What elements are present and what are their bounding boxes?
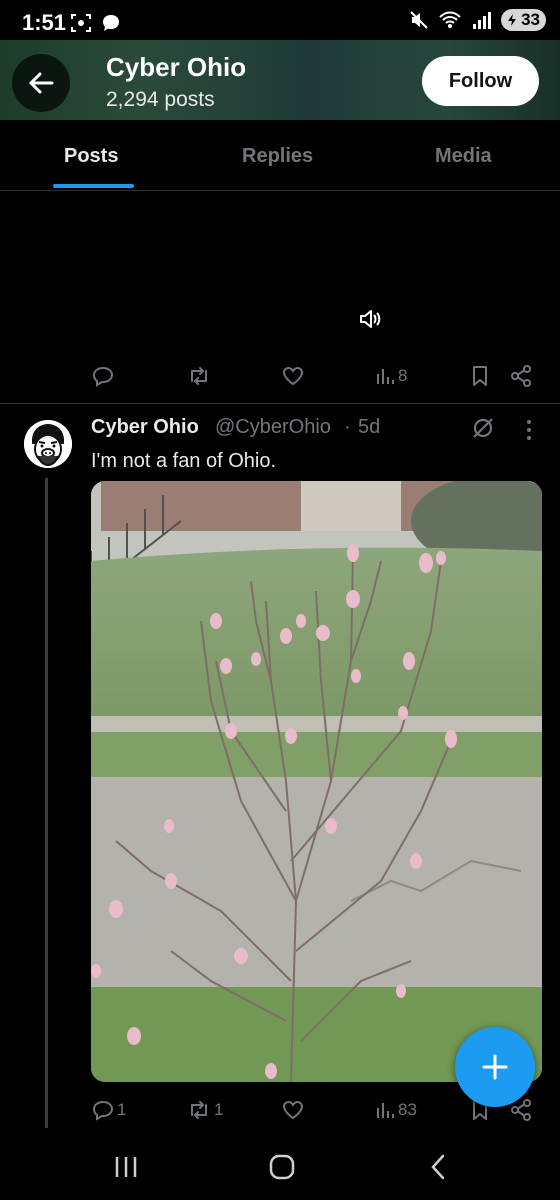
heart-icon: [282, 366, 304, 386]
thread-line: [45, 478, 48, 1128]
mute-icon: [409, 10, 429, 30]
tweet-text: I'm not a fan of Ohio.: [91, 450, 277, 472]
avatar[interactable]: [24, 420, 72, 468]
screenshot-icon: [70, 12, 92, 34]
tab-posts[interactable]: Posts: [64, 145, 118, 168]
like-button[interactable]: [282, 365, 307, 387]
repost-icon: [191, 367, 207, 385]
tweet-timestamp[interactable]: 5d: [358, 416, 380, 439]
tweet-photo-magnolia-in-snow[interactable]: [91, 481, 542, 1082]
repost-count: 1: [214, 1100, 224, 1119]
share-button[interactable]: [510, 365, 532, 387]
views-count: 8: [398, 366, 408, 385]
views-chart-icon: [377, 369, 394, 384]
views-count: 83: [398, 1100, 417, 1119]
reply-icon: [92, 366, 114, 387]
tab-media[interactable]: Media: [435, 145, 492, 168]
status-notification-icons: [70, 12, 122, 34]
battery-indicator: 33: [501, 9, 546, 31]
tweet-separator: ·: [344, 416, 351, 438]
bookmark-button[interactable]: [470, 365, 490, 387]
tweet-author-handle[interactable]: @CyberOhio: [215, 416, 331, 439]
repost-button[interactable]: 1: [187, 1099, 223, 1121]
tweet-author-name[interactable]: Cyber Ohio: [91, 416, 199, 439]
bookmark-icon: [473, 366, 487, 386]
more-options-icon[interactable]: [522, 418, 536, 442]
divider: [0, 403, 560, 404]
follow-button[interactable]: Follow: [422, 56, 539, 106]
views-button[interactable]: 8: [375, 365, 407, 387]
reply-button[interactable]: [92, 365, 117, 387]
views-button[interactable]: 83: [375, 1099, 417, 1121]
status-right-icons: 33: [409, 9, 546, 31]
recent-apps-icon: [115, 1157, 137, 1177]
cell-signal-icon: [471, 10, 492, 30]
battery-level: 33: [521, 10, 540, 29]
profile-name: Cyber Ohio: [106, 52, 247, 82]
plus-icon: [482, 1054, 508, 1080]
back-button[interactable]: [12, 54, 70, 112]
post-count: 2,294 posts: [106, 88, 215, 111]
wifi-icon: [439, 10, 461, 30]
cartoon-face-avatar-icon: [24, 420, 72, 468]
arrow-left-icon: [28, 72, 54, 94]
volume-icon[interactable]: [358, 308, 382, 330]
views-chart-icon: [377, 1103, 394, 1118]
grok-icon[interactable]: [470, 415, 496, 441]
chevron-left-icon: [431, 1154, 445, 1180]
reply-count: 1: [117, 1100, 127, 1119]
home-icon: [269, 1154, 295, 1180]
home-button[interactable]: [268, 1153, 296, 1181]
video-player[interactable]: [0, 191, 560, 341]
like-button[interactable]: [282, 1099, 307, 1121]
tab-replies[interactable]: Replies: [242, 145, 313, 168]
repost-button[interactable]: [187, 365, 214, 387]
reply-button[interactable]: 1: [92, 1099, 126, 1121]
status-time: 1:51: [22, 10, 67, 35]
battery-saver-icon: [508, 14, 517, 26]
repost-icon: [191, 1101, 207, 1119]
share-icon: [511, 365, 531, 387]
compose-button[interactable]: [455, 1027, 535, 1107]
active-tab-indicator: [53, 184, 134, 188]
back-nav-button[interactable]: [428, 1153, 448, 1181]
reply-icon: [92, 1100, 114, 1121]
heart-icon: [282, 1100, 304, 1120]
magnolia-tree-image: [91, 481, 542, 1082]
recent-apps-button[interactable]: [113, 1153, 139, 1181]
chat-bubble-icon: [100, 12, 122, 34]
